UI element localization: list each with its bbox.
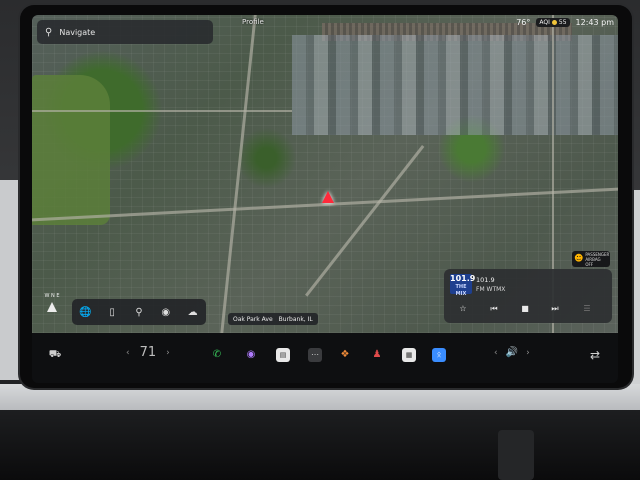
road-diagonal	[305, 145, 425, 297]
touchscreen: Profile ⚲ Navigate 76° AQI 55 12:43 pm ☻…	[32, 15, 618, 383]
station-logo-sub: THE MIX	[455, 284, 467, 297]
eq-icon[interactable]: ☰	[580, 304, 594, 313]
stop-icon[interactable]: ■	[518, 304, 532, 313]
compass-west: W	[44, 293, 50, 299]
airbag-icon: ☻	[574, 254, 584, 264]
phone-icon[interactable]: ✆	[210, 348, 224, 362]
airbag-line2: AIRBAG OFF	[585, 256, 601, 267]
more-icon[interactable]: ⋯	[308, 348, 322, 362]
map-label-street-top: Profile	[242, 18, 264, 26]
phone-icon[interactable]: ▯	[102, 307, 122, 318]
station-logo: 101.9 THE MIX	[450, 274, 476, 297]
clock-time: 12:43 pm	[575, 18, 614, 27]
compass-button[interactable]: W N E	[37, 293, 67, 327]
status-bar: 76° AQI 55 12:43 pm	[516, 18, 614, 27]
next-icon[interactable]: ⏭	[548, 304, 562, 314]
search-placeholder: Navigate	[59, 27, 96, 37]
temp-down-icon[interactable]: ‹	[126, 348, 130, 358]
previous-icon[interactable]: ⏮	[487, 304, 501, 314]
location-chip[interactable]: Oak Park Ave Burbank, IL	[228, 313, 318, 325]
car-dashboard-scene: Profile ⚲ Navigate 76° AQI 55 12:43 pm ☻…	[0, 0, 640, 480]
radio-frequency: 101.9	[476, 276, 495, 284]
aqi-value: 55	[558, 19, 567, 26]
temp-up-icon[interactable]: ›	[166, 348, 170, 358]
current-location-marker	[322, 191, 334, 203]
industrial-area	[292, 35, 618, 135]
temperature-value[interactable]: 71	[140, 345, 157, 360]
car-icon[interactable]: ⛟	[48, 348, 62, 362]
volume-up-icon[interactable]: ›	[526, 348, 530, 358]
aqi-badge[interactable]: AQI 55	[536, 18, 570, 27]
street-name: Oak Park Ave	[233, 315, 273, 323]
media-player: 101.9 THE MIX 101.9 FM WTMX ☆ ⏮ ■ ⏭ ☰	[444, 269, 612, 323]
camera-icon[interactable]: ◉	[244, 348, 258, 362]
speaker-icon[interactable]: 🔊	[506, 347, 518, 358]
notes-icon[interactable]: ▤	[276, 348, 290, 362]
apps-icon[interactable]: ❖	[338, 348, 352, 362]
outside-temperature: 76°	[516, 18, 531, 27]
aqi-dot-icon	[551, 20, 557, 25]
compass-north: N	[51, 293, 55, 299]
bluetooth-icon[interactable]: ᛟ	[432, 348, 446, 362]
satellite-map[interactable]: Profile ⚲ Navigate 76° AQI 55 12:43 pm ☻…	[32, 15, 618, 333]
climate-temperature: ‹ 71 ›	[126, 345, 170, 360]
calendar-icon[interactable]: ▦	[402, 348, 416, 362]
city-name: Burbank, IL	[278, 315, 313, 323]
swap-icon[interactable]: ⇄	[588, 348, 602, 362]
pin-icon[interactable]: ⚲	[129, 307, 149, 318]
lower-dashboard	[0, 410, 640, 480]
globe-icon[interactable]: 🌐	[75, 307, 95, 318]
volume-control: ‹ 🔊 ›	[494, 347, 530, 358]
passenger-airbag-indicator: ☻ PASSENGER AIRBAG OFF	[572, 251, 610, 267]
bottom-dock: ⛟ ‹ 71 › ✆ ◉ ▤ ⋯ ❖ ♟ ▦ ᛟ ‹ 🔊 › ⇄	[32, 333, 618, 383]
joystick-icon[interactable]: ♟	[370, 348, 384, 362]
map-controls: 🌐 ▯ ⚲ ◉ ☁	[72, 299, 206, 325]
star-icon[interactable]: ☆	[456, 304, 470, 313]
car-icon[interactable]: ☁	[183, 307, 203, 318]
station-logo-main: 101.9	[450, 274, 476, 283]
road-vertical-main	[220, 15, 257, 333]
radio-station: FM WTMX	[476, 286, 506, 293]
volume-down-icon[interactable]: ‹	[494, 348, 498, 358]
aqi-label: AQI	[539, 19, 550, 26]
navigate-search-bar[interactable]: ⚲ Navigate	[37, 20, 213, 44]
compass-east: E	[56, 293, 60, 299]
road-horizontal-upper	[32, 110, 292, 112]
center-vent	[498, 430, 534, 480]
cemetery-park-area	[32, 75, 110, 225]
search-icon: ⚲	[45, 26, 53, 38]
target-icon[interactable]: ◉	[156, 307, 176, 318]
compass-needle-icon	[47, 302, 57, 312]
